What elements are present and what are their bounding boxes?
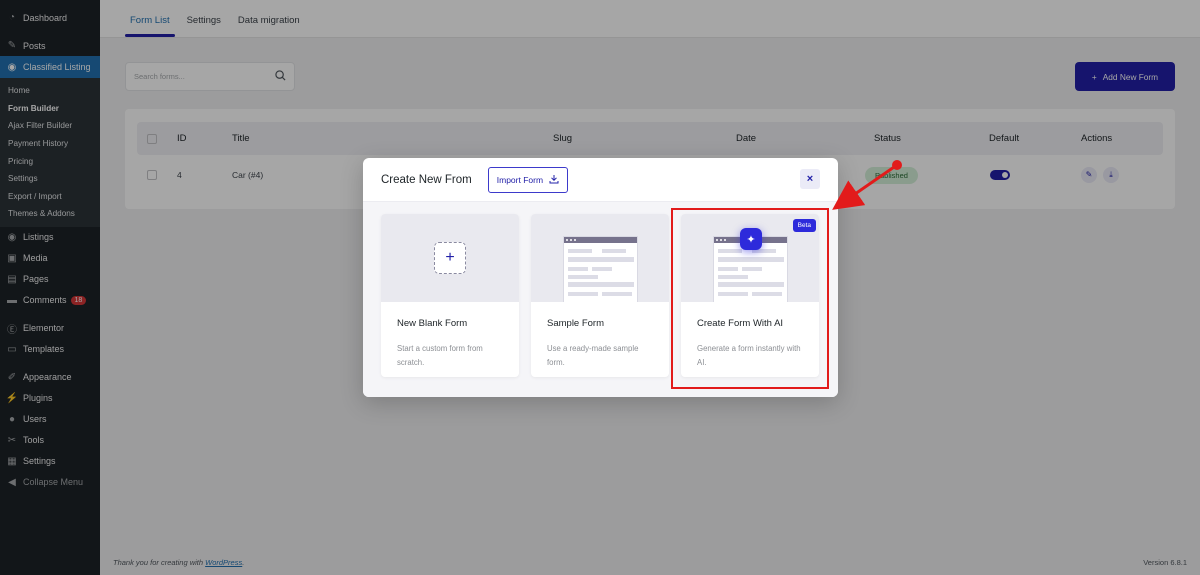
blank-form-thumbnail: +: [381, 214, 519, 302]
card-description: Use a ready-made sample form.: [547, 344, 639, 367]
annotation-highlight-box: [671, 208, 829, 389]
form-preview-image: [563, 236, 638, 302]
modal-title: Create New From: [381, 173, 472, 186]
plus-icon: +: [434, 242, 466, 274]
new-blank-form-card[interactable]: + New Blank Form Start a custom form fro…: [381, 214, 519, 377]
card-title: Sample Form: [547, 318, 605, 329]
close-modal-button[interactable]: ×: [800, 169, 820, 189]
sample-form-thumbnail: [531, 214, 669, 302]
modal-header: Create New From Import Form ×: [363, 158, 838, 202]
sample-form-card[interactable]: Sample Form Use a ready-made sample form…: [531, 214, 669, 377]
download-icon: [549, 174, 559, 186]
card-title: New Blank Form: [397, 318, 468, 329]
card-description: Start a custom form from scratch.: [397, 344, 483, 367]
import-form-button[interactable]: Import Form: [487, 166, 569, 193]
